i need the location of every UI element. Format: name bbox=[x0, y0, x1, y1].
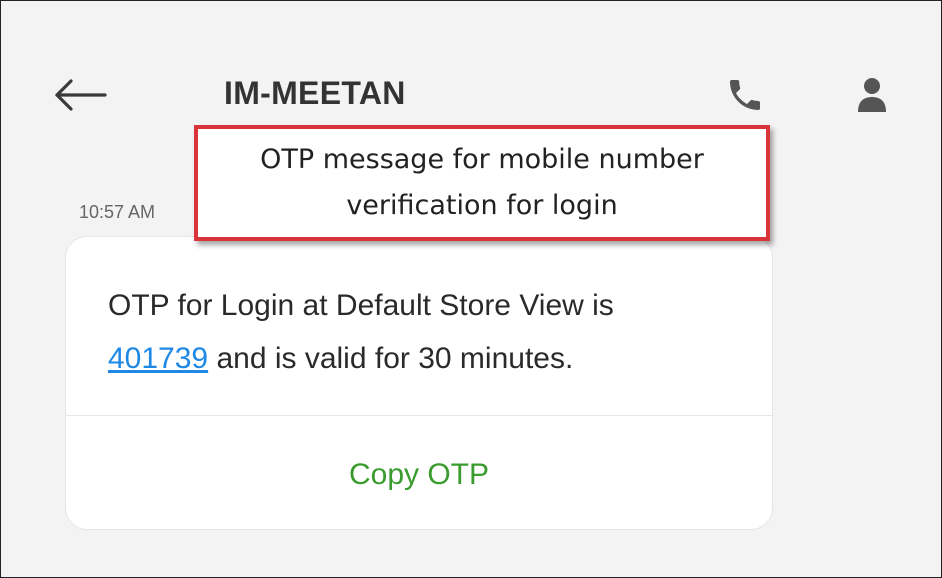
annotation-line-2: verification for login bbox=[346, 190, 618, 221]
message-text: OTP for Login at Default Store View is 4… bbox=[108, 279, 738, 385]
contact-button[interactable] bbox=[852, 75, 892, 115]
person-icon bbox=[858, 78, 886, 112]
otp-link[interactable]: 401739 bbox=[108, 342, 208, 375]
message-text-after-otp: and is valid for 30 minutes. bbox=[208, 342, 574, 375]
annotation-line-1: OTP message for mobile number bbox=[260, 144, 704, 175]
conversation-title: IM-MEETAN bbox=[224, 75, 406, 111]
phone-icon bbox=[730, 80, 760, 110]
message-bubble: OTP for Login at Default Store View is 4… bbox=[65, 236, 773, 530]
message-timestamp: 10:57 AM bbox=[79, 202, 156, 222]
annotation-callout: OTP message for mobile number verificati… bbox=[194, 125, 770, 241]
copy-otp-button[interactable]: Copy OTP bbox=[66, 416, 772, 529]
call-button[interactable] bbox=[723, 75, 767, 115]
back-button[interactable] bbox=[51, 75, 109, 115]
message-text-before-otp: OTP for Login at Default Store View is bbox=[108, 289, 614, 322]
sms-conversation-screen: IM-MEETAN 10:57 AM OTP for Login at Defa… bbox=[0, 0, 942, 578]
arrow-left-icon bbox=[55, 79, 107, 111]
